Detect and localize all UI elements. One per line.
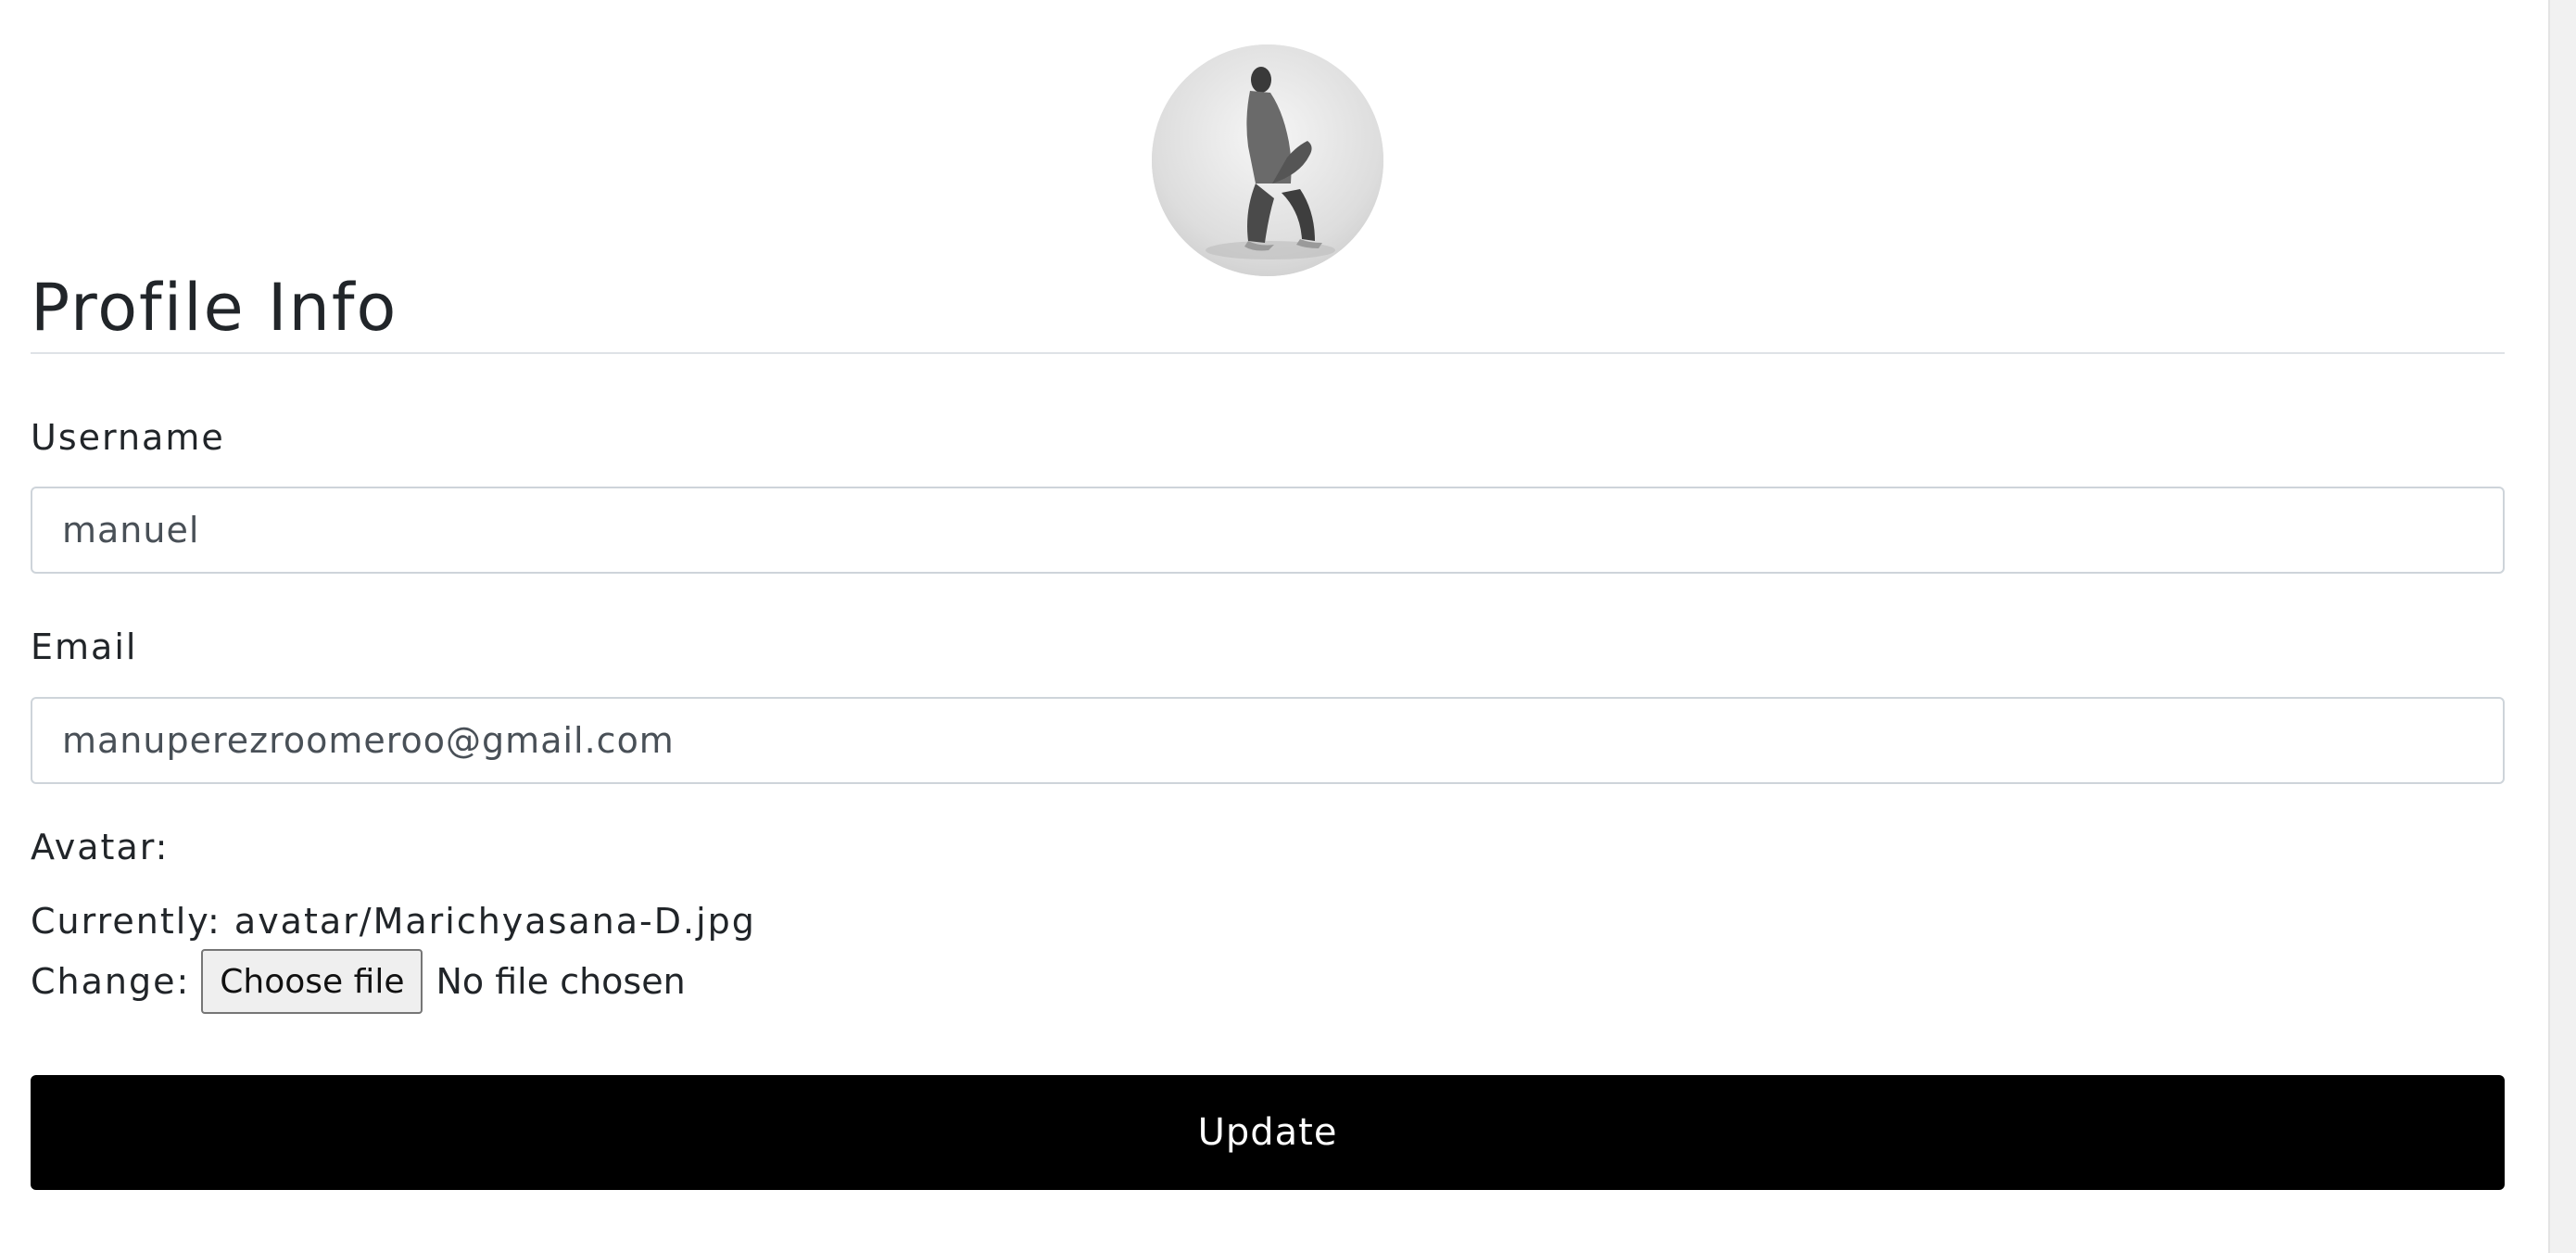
username-label: Username (31, 417, 225, 458)
page-scrollbar[interactable] (2548, 0, 2576, 1253)
change-label: Change: (31, 961, 191, 1002)
current-avatar-line: Currently: avatar/Marichyasana-D.jpg (31, 901, 756, 943)
choose-file-button[interactable]: Choose file (201, 949, 423, 1014)
update-button[interactable]: Update (31, 1075, 2505, 1190)
email-label: Email (31, 626, 138, 667)
page-title: Profile Info (31, 270, 398, 346)
email-input[interactable] (31, 697, 2505, 784)
avatar-file-row: Change: Choose file No file chosen (31, 949, 686, 1014)
avatar-image (1152, 44, 1383, 276)
title-divider (31, 352, 2505, 354)
file-status-text: No file chosen (436, 961, 686, 1002)
current-avatar-link[interactable]: avatar/Marichyasana-D.jpg (234, 901, 756, 942)
currently-label: Currently: (31, 901, 221, 942)
avatar (1152, 44, 1383, 276)
profile-page: Profile Info Username Email Avatar: Curr… (0, 0, 2576, 1253)
username-input[interactable] (31, 487, 2505, 574)
avatar-label: Avatar: (31, 827, 170, 867)
